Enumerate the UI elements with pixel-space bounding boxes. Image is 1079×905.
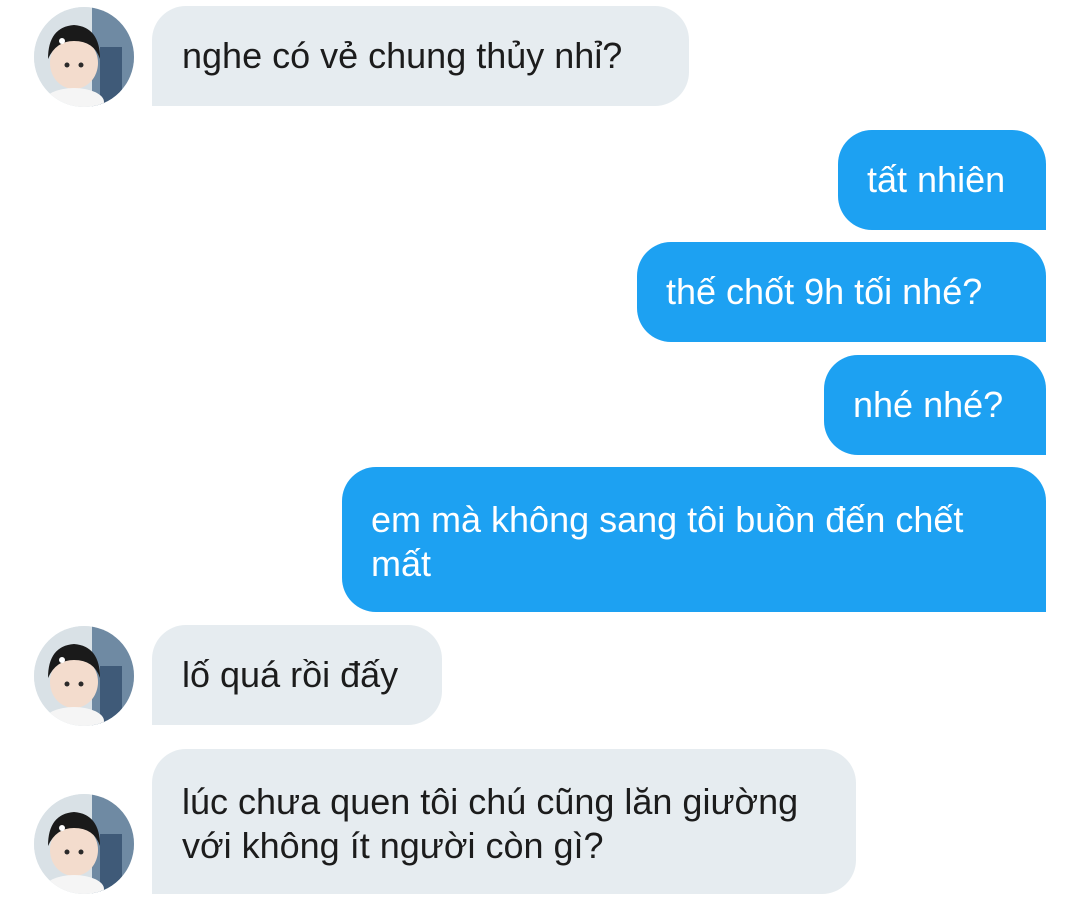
avatar-icon[interactable] bbox=[34, 626, 134, 726]
outgoing-message: em mà không sang tôi buồn đến chết mất bbox=[342, 467, 1046, 612]
incoming-message: lố quá rồi đấy bbox=[152, 625, 442, 725]
incoming-message: nghe có vẻ chung thủy nhỉ? bbox=[152, 6, 689, 106]
avatar-icon[interactable] bbox=[34, 794, 134, 894]
outgoing-message: tất nhiên bbox=[838, 130, 1046, 230]
avatar-icon[interactable] bbox=[34, 7, 134, 107]
outgoing-message: nhé nhé? bbox=[824, 355, 1046, 455]
outgoing-message: thế chốt 9h tối nhé? bbox=[637, 242, 1046, 342]
conversation-thread: nghe có vẻ chung thủy nhỉ? tất nhiên thế… bbox=[0, 0, 1079, 905]
incoming-message: lúc chưa quen tôi chú cũng lăn giường vớ… bbox=[152, 749, 856, 894]
